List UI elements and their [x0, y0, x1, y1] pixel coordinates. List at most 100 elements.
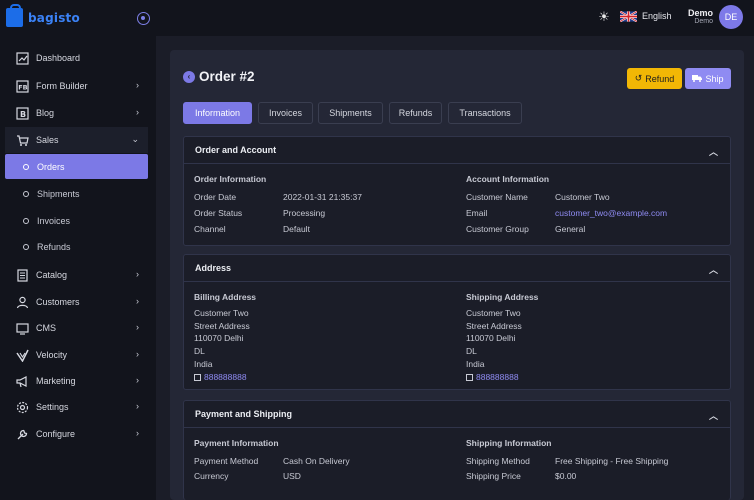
- bullet-icon: [23, 163, 29, 170]
- wrench-icon: [16, 428, 29, 441]
- phone-link[interactable]: 888888888: [204, 372, 247, 382]
- field-value: Free Shipping - Free Shipping: [555, 456, 669, 466]
- card-header[interactable]: Order and Account ︿: [184, 137, 730, 164]
- field-label: Order Status: [194, 208, 243, 218]
- card-header[interactable]: Payment and Shipping ︿: [184, 401, 730, 428]
- ship-button[interactable]: Ship: [685, 68, 731, 89]
- email-link[interactable]: customer_two@example.com: [555, 208, 667, 218]
- user-info[interactable]: Demo Demo: [683, 8, 713, 25]
- cms-icon: [16, 322, 29, 335]
- sidebar-item-label: Blog: [36, 108, 55, 118]
- sidebar-subitem-shipments[interactable]: Shipments: [5, 181, 148, 206]
- field-label: Customer Name: [466, 192, 528, 202]
- phone-icon: [194, 374, 201, 382]
- address-line: Street Address: [466, 321, 522, 331]
- page-title: Order #2: [199, 69, 255, 84]
- address-card: Address ︿: [183, 254, 731, 390]
- section-title: Shipping Information: [466, 438, 552, 448]
- sidebar-item-label: Dashboard: [36, 53, 81, 63]
- section-title: Order Information: [194, 174, 267, 184]
- sidebar-toggle-icon[interactable]: [137, 12, 150, 25]
- ship-label: Ship: [705, 73, 724, 84]
- sidebar-item-label: Velocity: [36, 350, 68, 360]
- section-title: Shipping Address: [466, 292, 539, 302]
- sidebar-item-velocity[interactable]: Velocity ›: [5, 342, 148, 368]
- chevron-up-icon[interactable]: ︿: [709, 409, 718, 422]
- card-title: Order and Account: [195, 145, 277, 155]
- chevron-down-icon: ⌄: [131, 134, 139, 144]
- tab-refunds[interactable]: Refunds: [389, 102, 442, 124]
- tab-invoices[interactable]: Invoices: [258, 102, 313, 124]
- sidebar-subitem-invoices[interactable]: Invoices: [5, 208, 148, 233]
- sidebar-item-blog[interactable]: B Blog ›: [5, 100, 148, 126]
- sidebar-item-label: CMS: [36, 323, 56, 333]
- field-label: Payment Method: [194, 456, 259, 466]
- truck-icon: [692, 74, 703, 84]
- phone-link[interactable]: 888888888: [476, 372, 519, 382]
- field-label: Shipping Method: [466, 456, 530, 466]
- section-title: Payment Information: [194, 438, 279, 448]
- customers-icon: [16, 296, 29, 309]
- phone-row: 888888888: [194, 372, 247, 382]
- megaphone-icon: [16, 375, 29, 388]
- sidebar-item-catalog[interactable]: Catalog ›: [5, 262, 148, 288]
- sidebar-subitem-orders[interactable]: Orders: [5, 154, 148, 179]
- sidebar-item-marketing[interactable]: Marketing ›: [5, 368, 148, 394]
- tab-transactions[interactable]: Transactions: [448, 102, 522, 124]
- blog-icon: B: [16, 106, 29, 120]
- sidebar-item-cms[interactable]: CMS ›: [5, 315, 148, 341]
- dashboard-icon: [16, 51, 29, 65]
- sidebar: Dashboard FB Form Builder › B Blog › Sal…: [0, 36, 156, 500]
- chevron-up-icon[interactable]: ︿: [709, 145, 718, 158]
- avatar[interactable]: DE: [719, 5, 743, 29]
- tab-shipments[interactable]: Shipments: [318, 102, 383, 124]
- logo-text: bagisto: [28, 10, 80, 25]
- sidebar-item-settings[interactable]: Settings ›: [5, 394, 148, 420]
- sidebar-item-label: Marketing: [36, 376, 76, 386]
- phone-icon: [466, 374, 473, 382]
- sidebar-item-form-builder[interactable]: FB Form Builder ›: [5, 73, 148, 99]
- sidebar-subitem-refunds[interactable]: Refunds: [5, 234, 148, 259]
- address-line: Customer Two: [194, 308, 249, 318]
- chevron-up-icon[interactable]: ︿: [709, 263, 718, 276]
- chevron-right-icon: ›: [136, 401, 139, 411]
- address-line: 110070 Delhi: [194, 333, 244, 343]
- bullet-icon: [23, 243, 29, 250]
- theme-toggle-icon[interactable]: ☀: [597, 10, 611, 24]
- sidebar-item-configure[interactable]: Configure ›: [5, 421, 148, 447]
- address-line: Street Address: [194, 321, 250, 331]
- chevron-right-icon: ›: [136, 375, 139, 385]
- field-label: Shipping Price: [466, 471, 521, 481]
- sidebar-item-label: Sales: [36, 135, 59, 145]
- user-name: Demo: [687, 8, 713, 18]
- sidebar-item-customers[interactable]: Customers ›: [5, 289, 148, 315]
- tab-information[interactable]: Information: [183, 102, 252, 124]
- chevron-right-icon: ›: [136, 349, 139, 359]
- bullet-icon: [23, 217, 29, 224]
- field-value: 2022-01-31 21:35:37: [283, 192, 362, 202]
- section-title: Account Information: [466, 174, 550, 184]
- chevron-right-icon: ›: [136, 269, 139, 279]
- chevron-right-icon: ›: [136, 80, 139, 90]
- card-title: Address: [195, 263, 232, 273]
- sidebar-item-sales[interactable]: Sales ⌄: [5, 127, 148, 153]
- address-line: India: [194, 359, 213, 369]
- logo[interactable]: bagisto: [6, 4, 80, 27]
- field-value: Cash On Delivery: [283, 456, 350, 466]
- bullet-icon: [23, 190, 29, 197]
- form-builder-icon: FB: [16, 79, 29, 93]
- refund-icon: ↺: [634, 73, 643, 83]
- address-line: India: [466, 359, 485, 369]
- sidebar-item-label: Catalog: [36, 270, 68, 280]
- language-selector[interactable]: English: [642, 11, 672, 21]
- address-line: 110070 Delhi: [466, 333, 516, 343]
- sidebar-item-label: Customers: [36, 297, 80, 307]
- refund-button[interactable]: ↺ Refund: [627, 68, 682, 89]
- uk-flag-icon[interactable]: [620, 11, 637, 22]
- sales-icon: [16, 134, 29, 147]
- field-value: Processing: [283, 208, 326, 218]
- back-arrow-icon[interactable]: ‹: [183, 71, 195, 83]
- sidebar-item-dashboard[interactable]: Dashboard: [5, 45, 148, 71]
- section-title: Billing Address: [194, 292, 257, 302]
- card-header[interactable]: Address ︿: [184, 255, 730, 282]
